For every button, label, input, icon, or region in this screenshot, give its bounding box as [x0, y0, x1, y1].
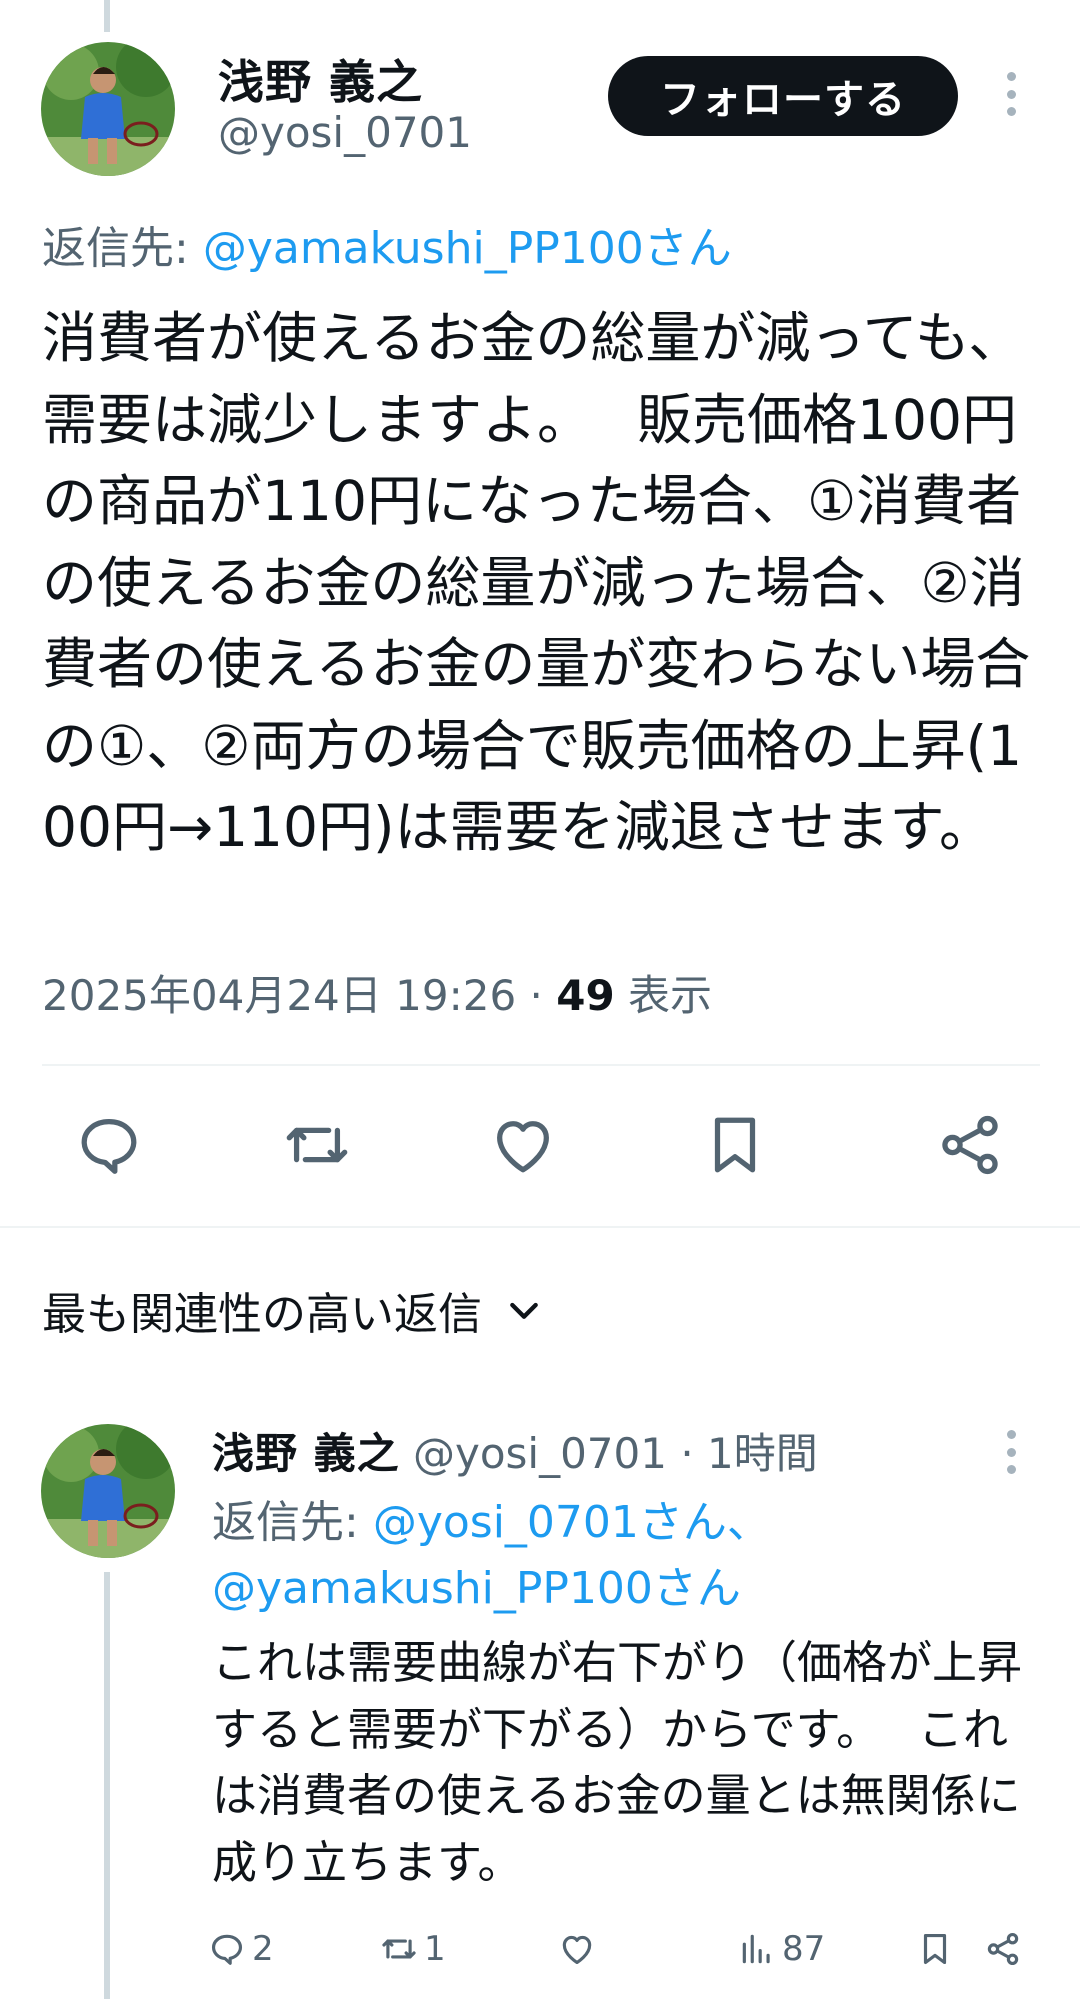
reply-sort-label: 最も関連性の高い返信 [42, 1289, 482, 1340]
reply-to-mention[interactable]: @yamakushi_PP100さん [212, 1563, 741, 1614]
share-button[interactable] [984, 1924, 1022, 1974]
chevron-down-icon [510, 1302, 538, 1319]
avatar[interactable] [41, 1424, 175, 1558]
retweet-button[interactable]: 1 [380, 1924, 446, 1974]
thread-line [104, 1572, 110, 1999]
bookmark-icon[interactable] [700, 1110, 770, 1180]
divider [42, 1064, 1040, 1066]
analytics-icon [742, 1934, 770, 1964]
tweet-text: 消費者が使えるお金の総量が減っても、需要は減少しますよ。 販売価格100円の商品… [42, 306, 1031, 859]
like-icon [562, 1935, 592, 1965]
divider [0, 1226, 1080, 1228]
avatar[interactable] [41, 42, 175, 176]
reply-to-line: 返信先: @yosi_0701さん、 @yamakushi_PP100さん [212, 1490, 1012, 1622]
tweet-timestamp[interactable]: 2025年04月24日 19:26 [42, 971, 516, 1020]
reply-count: 2 [252, 1929, 274, 1969]
reply-to-line: 返信先: @yamakushi_PP100さん [42, 212, 732, 276]
reply-to-prefix: 返信先: [212, 1497, 373, 1548]
reply-icon [211, 1934, 243, 1965]
share-icon[interactable] [935, 1110, 1005, 1180]
retweet-count: 1 [424, 1929, 446, 1969]
meta-separator: · [516, 971, 557, 1020]
views-button[interactable]: 87 [738, 1924, 825, 1974]
reply-to-prefix: 返信先: [42, 223, 203, 274]
views-count[interactable]: 49 [556, 971, 614, 1020]
follow-button[interactable]: フォローする [608, 56, 958, 136]
retweet-icon [382, 1939, 416, 1959]
thread-line [104, 0, 110, 32]
reply-time[interactable]: · 1時間 [667, 1429, 817, 1478]
reply-author-handle[interactable]: @yosi_0701 [400, 1429, 667, 1478]
reply-to-mention[interactable]: @yosi_0701さん、 [373, 1497, 771, 1548]
more-options-icon[interactable] [1003, 1430, 1019, 1474]
bookmark-button[interactable] [916, 1924, 954, 1974]
share-icon [987, 1933, 1019, 1965]
retweet-icon[interactable] [282, 1110, 352, 1180]
reply-sort-selector[interactable]: 最も関連性の高い返信 [42, 1278, 544, 1342]
author-handle[interactable]: @yosi_0701 [218, 108, 472, 157]
more-options-icon[interactable] [1003, 72, 1019, 116]
reply-author-name[interactable]: 浅野 義之 [212, 1429, 400, 1478]
views-count: 87 [782, 1929, 826, 1969]
reply-to-mention[interactable]: @yamakushi_PP100さん [203, 223, 732, 274]
reply-header: 浅野 義之 @yosi_0701 · 1時間 [212, 1420, 818, 1481]
author-name[interactable]: 浅野 義之 [218, 46, 423, 112]
reply-icon[interactable] [74, 1110, 144, 1180]
tweet-meta: 2025年04月24日 19:26 · 49 表示 [42, 962, 712, 1023]
bookmark-icon [923, 1933, 947, 1965]
reply-text: これは需要曲線が右下がり（価格が上昇すると需要が下がる）からです。 これは消費者… [212, 1636, 1023, 1889]
reply-button[interactable]: 2 [208, 1924, 274, 1974]
like-button[interactable] [558, 1924, 596, 1974]
like-icon[interactable] [488, 1110, 558, 1180]
views-label: 表示 [614, 971, 713, 1020]
